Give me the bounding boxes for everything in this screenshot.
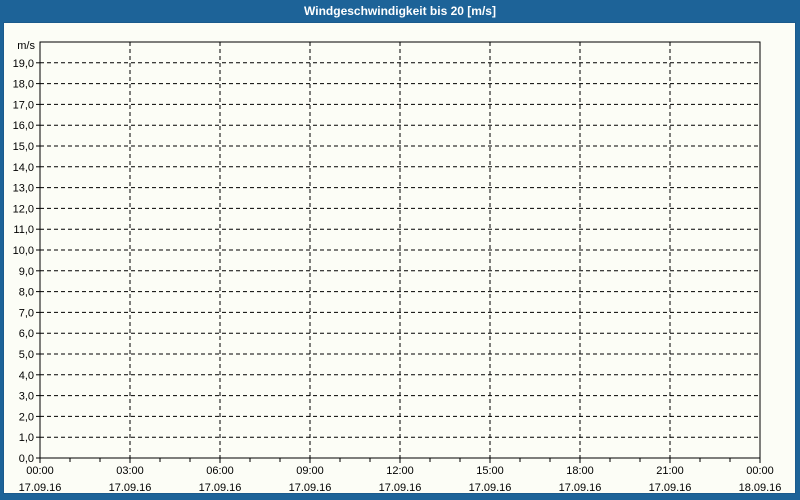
y-tick-label: 13,0 bbox=[13, 183, 34, 195]
x-tick-time-label: 00:00 bbox=[26, 465, 54, 477]
x-tick-time-label: 12:00 bbox=[386, 465, 414, 477]
y-tick-label: 8,0 bbox=[19, 287, 34, 299]
y-tick-label: 0,0 bbox=[19, 453, 34, 465]
x-tick-time-label: 00:00 bbox=[746, 465, 774, 477]
y-tick-label: 16,0 bbox=[13, 120, 34, 132]
y-axis-unit-label: m/s bbox=[17, 40, 35, 52]
y-tick-label: 2,0 bbox=[19, 411, 34, 423]
x-tick-time-label: 06:00 bbox=[206, 465, 234, 477]
y-tick-label: 5,0 bbox=[19, 349, 34, 361]
y-tick-label: 17,0 bbox=[13, 99, 34, 111]
wind-speed-chart: 0,0 1,0 2,0 3,0 4,0 5,0 6,0 7,0 8,0 9,0 10,0 11,0 12… bbox=[13, 40, 782, 494]
chart-window: Windgeschwindigkeit bis 20 [m/s] 0,0 1,0 2… bbox=[0, 0, 800, 500]
x-tick-date-label: 17.09.16 bbox=[379, 482, 422, 494]
x-tick-time-label: 21:00 bbox=[656, 465, 684, 477]
y-tick-label: 4,0 bbox=[19, 370, 34, 382]
x-tick-time-label: 15:00 bbox=[476, 465, 504, 477]
y-tick-label: 10,0 bbox=[13, 245, 34, 257]
y-tick-label: 9,0 bbox=[19, 266, 34, 278]
x-tick-date-label: 17.09.16 bbox=[289, 482, 332, 494]
y-tick-label: 6,0 bbox=[19, 328, 34, 340]
x-tick-date-label: 18.09.16 bbox=[739, 482, 782, 494]
y-tick-label: 19,0 bbox=[13, 58, 34, 70]
x-tick-time-label: 03:00 bbox=[116, 465, 144, 477]
y-tick-label: 11,0 bbox=[13, 224, 34, 236]
x-tick-date-label: 17.09.16 bbox=[109, 482, 152, 494]
x-tick-time-label: 18:00 bbox=[566, 465, 594, 477]
x-tick-time-label: 09:00 bbox=[296, 465, 324, 477]
x-tick-date-label: 17.09.16 bbox=[199, 482, 242, 494]
x-tick-date-label: 17.09.16 bbox=[559, 482, 602, 494]
y-tick-label: 12,0 bbox=[13, 203, 34, 215]
y-tick-label: 14,0 bbox=[13, 162, 34, 174]
x-tick-date-label: 17.09.16 bbox=[469, 482, 512, 494]
x-tick-date-label: 17.09.16 bbox=[19, 482, 62, 494]
y-tick-label: 18,0 bbox=[13, 79, 34, 91]
x-tick-date-label: 17.09.16 bbox=[649, 482, 692, 494]
y-tick-label: 1,0 bbox=[19, 432, 34, 444]
y-tick-label: 7,0 bbox=[19, 307, 34, 319]
y-tick-label: 15,0 bbox=[13, 141, 34, 153]
y-tick-label: 3,0 bbox=[19, 391, 34, 403]
